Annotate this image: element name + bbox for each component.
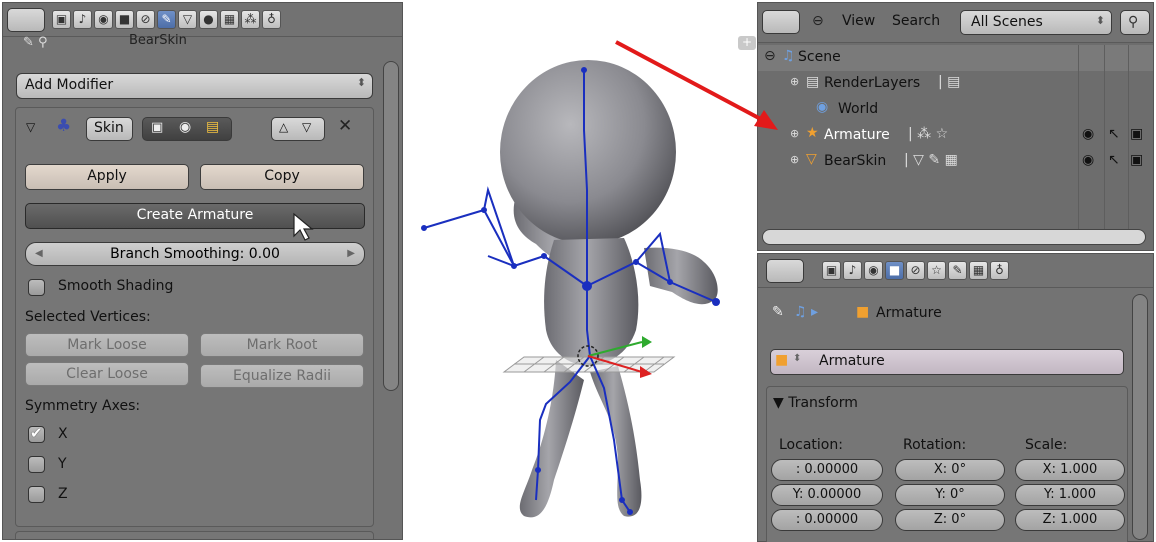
red-annotation-arrow xyxy=(615,40,778,130)
overlay-layer xyxy=(293,40,778,241)
blender-window: ▣ ♪ ◉ ■ ⊘ ✎ ▽ ● ▦ ⁂ ♁ ✎ ⚲ BearSkin Add M… xyxy=(0,0,1156,542)
mouse-cursor-icon xyxy=(293,212,314,241)
